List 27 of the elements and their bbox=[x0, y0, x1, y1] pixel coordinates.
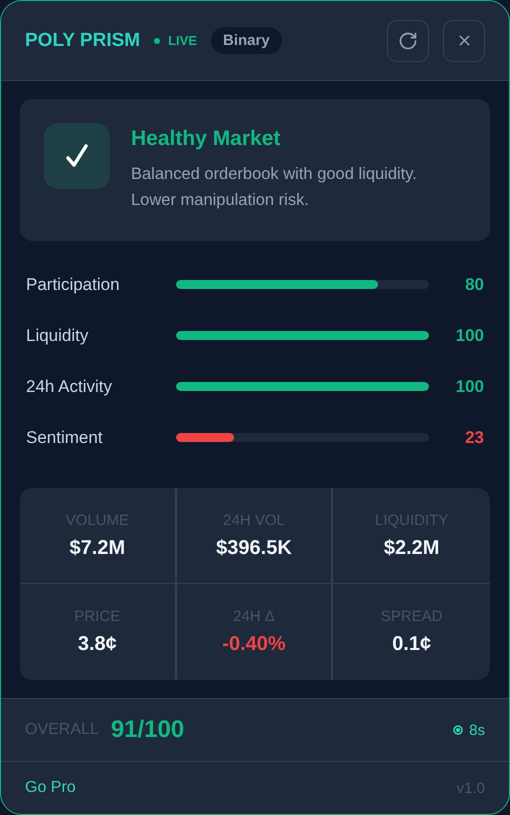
stat-value: $396.5K bbox=[216, 536, 292, 560]
status-description: Balanced orderbook with good liquidity. Lower manipulation risk. bbox=[131, 164, 418, 211]
refresh-timer: 8s bbox=[469, 722, 485, 738]
refresh-button[interactable] bbox=[387, 20, 429, 62]
meter-value: 80 bbox=[464, 274, 484, 294]
market-type-badge: Binary bbox=[211, 27, 282, 54]
refresh-icon bbox=[398, 30, 418, 50]
close-button[interactable] bbox=[443, 20, 485, 62]
meter-value: 100 bbox=[454, 376, 484, 396]
stat-value: $2.2M bbox=[384, 536, 440, 560]
meter-label: Participation bbox=[26, 274, 121, 294]
stat-value: $7.2M bbox=[70, 536, 126, 560]
stat-value: 3.8¢ bbox=[78, 633, 117, 656]
live-indicator: LIVE bbox=[154, 33, 198, 48]
meter-value: 100 bbox=[454, 326, 484, 346]
go-pro-link[interactable]: Go Pro bbox=[25, 779, 76, 797]
timer-icon bbox=[453, 725, 464, 735]
status-title: Healthy Market bbox=[131, 127, 282, 151]
meter-label: 24h Activity bbox=[26, 376, 113, 396]
stat-value: -0.40% bbox=[222, 633, 286, 656]
check-icon bbox=[65, 143, 89, 169]
meter-label: Sentiment bbox=[26, 428, 104, 448]
overall-score: 91/100 bbox=[110, 716, 184, 744]
stat-value: 0.1¢ bbox=[392, 633, 432, 656]
meter-value: 23 bbox=[464, 428, 484, 448]
app-title: POLY PRISM bbox=[25, 30, 140, 52]
meter-label: Liquidity bbox=[26, 326, 90, 346]
